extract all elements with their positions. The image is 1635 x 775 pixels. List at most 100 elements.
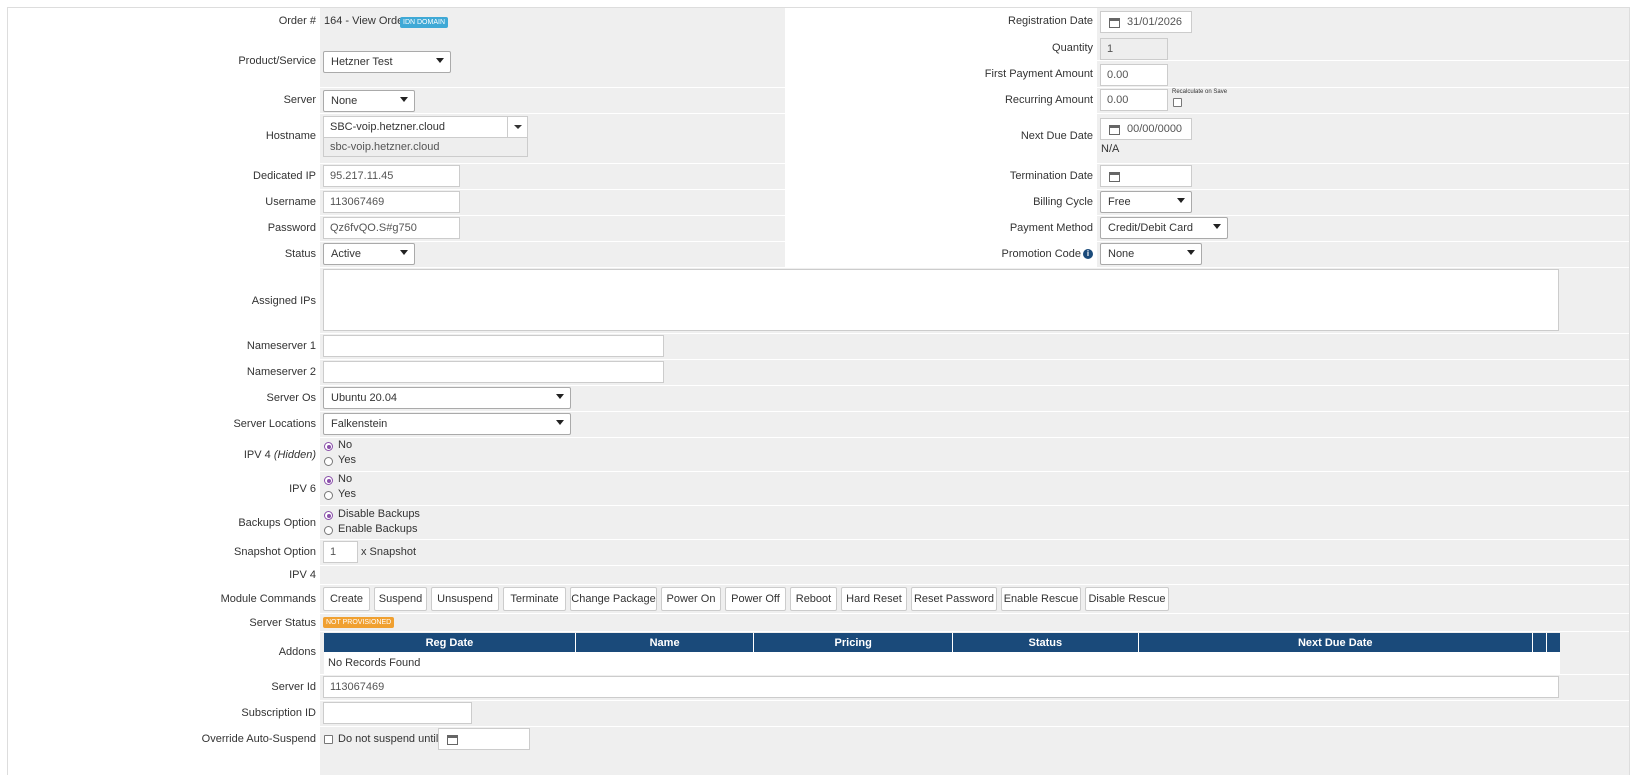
hostname-display: sbc-voip.hetzner.cloud [323, 137, 528, 157]
hostname-dropdown-button[interactable] [507, 116, 528, 138]
server-status-label: Server Status [249, 617, 316, 629]
override-checkbox-label: Do not suspend until [338, 733, 439, 745]
hostname-input[interactable]: SBC-voip.hetzner.cloud [323, 116, 508, 138]
reset-password-button[interactable]: Reset Password [911, 587, 997, 611]
status-label: Status [284, 248, 316, 260]
override-label: Override Auto-Suspend [201, 733, 316, 745]
server-os-select[interactable]: Ubuntu 20.04 [323, 387, 571, 409]
chevron-down-icon [556, 394, 564, 399]
billing-cycle-label: Billing Cycle [1033, 196, 1093, 208]
col-name[interactable]: Name [575, 633, 755, 652]
ipv4-no-label: No [338, 439, 353, 451]
addons-label: Addons [278, 646, 316, 658]
ipv4-yes-label: Yes [338, 454, 356, 466]
row-product: Product/Service Hetzner Test Quantity Fi… [8, 35, 1629, 87]
disable-backups-radio[interactable] [324, 511, 333, 520]
override-date-input[interactable] [438, 728, 530, 750]
reboot-button[interactable]: Reboot [790, 587, 837, 611]
col-pricing[interactable]: Pricing [753, 633, 954, 652]
subscription-id-label: Subscription ID [241, 707, 316, 719]
table-row: No Records Found [324, 652, 1560, 674]
unsuspend-button[interactable]: Unsuspend [431, 587, 499, 611]
product-select[interactable]: Hetzner Test [323, 51, 451, 73]
recurring-input[interactable] [1100, 89, 1168, 111]
order-label: Order # [278, 15, 316, 27]
payment-method-label: Payment Method [1009, 222, 1093, 234]
create-button[interactable]: Create [323, 587, 370, 611]
not-provisioned-badge: NOT PROVISIONED [323, 617, 395, 628]
ipv6-yes-radio[interactable] [324, 491, 333, 500]
row-server-os: Server Os Ubuntu 20.04 [8, 386, 1629, 411]
registration-date-input[interactable]: 31/01/2026 [1100, 11, 1192, 33]
chevron-down-icon [400, 97, 408, 102]
product-label: Product/Service [238, 55, 316, 67]
promotion-select[interactable]: None [1100, 243, 1202, 265]
info-icon[interactable]: i [1083, 249, 1093, 259]
row-order: Order # 164 - View Order IDN DOMAIN Regi… [8, 8, 1629, 35]
recalculate-checkbox[interactable] [1173, 98, 1182, 107]
suspend-button[interactable]: Suspend [374, 587, 427, 611]
row-ipv4: IPV 4 [8, 566, 1629, 584]
disable-backups-label: Disable Backups [338, 508, 420, 520]
quantity-input[interactable] [1100, 38, 1168, 60]
calendar-icon [1109, 18, 1120, 28]
chevron-down-icon [556, 420, 564, 425]
enable-rescue-button[interactable]: Enable Rescue [1001, 587, 1081, 611]
server-label: Server [283, 94, 316, 106]
chevron-down-icon [400, 250, 408, 255]
server-id-label: Server Id [271, 681, 316, 693]
override-checkbox[interactable] [324, 735, 333, 744]
ipv4-label: IPV 4 [289, 569, 316, 581]
enable-backups-radio[interactable] [324, 526, 333, 535]
row-ipv4-hidden: IPV 4 (Hidden) No Yes [8, 438, 1629, 471]
calendar-icon [1109, 172, 1120, 182]
disable-rescue-button[interactable]: Disable Rescue [1085, 587, 1169, 611]
password-input[interactable] [323, 217, 460, 239]
col-reg-date[interactable]: Reg Date [324, 633, 576, 652]
row-server-id: Server Id [8, 675, 1629, 700]
username-input[interactable] [323, 191, 460, 213]
ipv4-hidden-label: IPV 4 (Hidden) [243, 449, 316, 461]
ipv4-no-radio[interactable] [324, 442, 333, 451]
power-on-button[interactable]: Power On [661, 587, 721, 611]
ipv6-label: IPV 6 [289, 483, 316, 495]
row-subscription-id: Subscription ID [8, 701, 1629, 726]
termination-input[interactable] [1100, 165, 1192, 187]
subscription-id-input[interactable] [323, 702, 472, 724]
ns2-label: Nameserver 2 [246, 366, 316, 378]
power-off-button[interactable]: Power Off [725, 587, 786, 611]
status-select[interactable]: Active [323, 243, 415, 265]
calendar-icon [447, 735, 458, 745]
payment-method-select[interactable]: Credit/Debit Card [1100, 217, 1228, 239]
row-status: Status Active Promotion Code i None [8, 242, 1629, 267]
enable-backups-label: Enable Backups [338, 523, 418, 535]
ns1-input[interactable] [323, 335, 664, 357]
chevron-down-icon [514, 125, 522, 129]
row-ns1: Nameserver 1 [8, 334, 1629, 359]
col-status[interactable]: Status [952, 633, 1139, 652]
order-form: Order # 164 - View Order IDN DOMAIN Regi… [7, 7, 1630, 775]
chevron-down-icon [1213, 224, 1221, 229]
first-payment-input[interactable] [1100, 64, 1168, 86]
billing-cycle-select[interactable]: Free [1100, 191, 1192, 213]
change-package-button[interactable]: Change Package [570, 587, 657, 611]
row-server-status: Server Status NOT PROVISIONED [8, 614, 1629, 631]
ipv6-no-radio[interactable] [324, 476, 333, 485]
col-next-due-date[interactable]: Next Due Date [1138, 633, 1533, 652]
terminate-button[interactable]: Terminate [503, 587, 566, 611]
quantity-label: Quantity [1052, 42, 1093, 54]
snapshot-input[interactable] [323, 541, 358, 563]
ipv4-yes-radio[interactable] [324, 457, 333, 466]
assigned-ips-textarea[interactable] [323, 269, 1559, 331]
assigned-ips-label: Assigned IPs [251, 295, 316, 307]
next-due-input[interactable]: 00/00/0000 [1100, 118, 1192, 140]
order-link[interactable]: 164 - View Order [324, 15, 407, 27]
dedicated-ip-input[interactable] [323, 165, 460, 187]
server-locations-select[interactable]: Falkenstein [323, 413, 571, 435]
hard-reset-button[interactable]: Hard Reset [841, 587, 907, 611]
server-select[interactable]: None [323, 90, 415, 112]
row-override-suspend: Override Auto-Suspend Do not suspend unt… [8, 727, 1629, 775]
ns2-input[interactable] [323, 361, 664, 383]
server-id-input[interactable] [323, 676, 1559, 698]
no-records-cell: No Records Found [324, 652, 1560, 674]
